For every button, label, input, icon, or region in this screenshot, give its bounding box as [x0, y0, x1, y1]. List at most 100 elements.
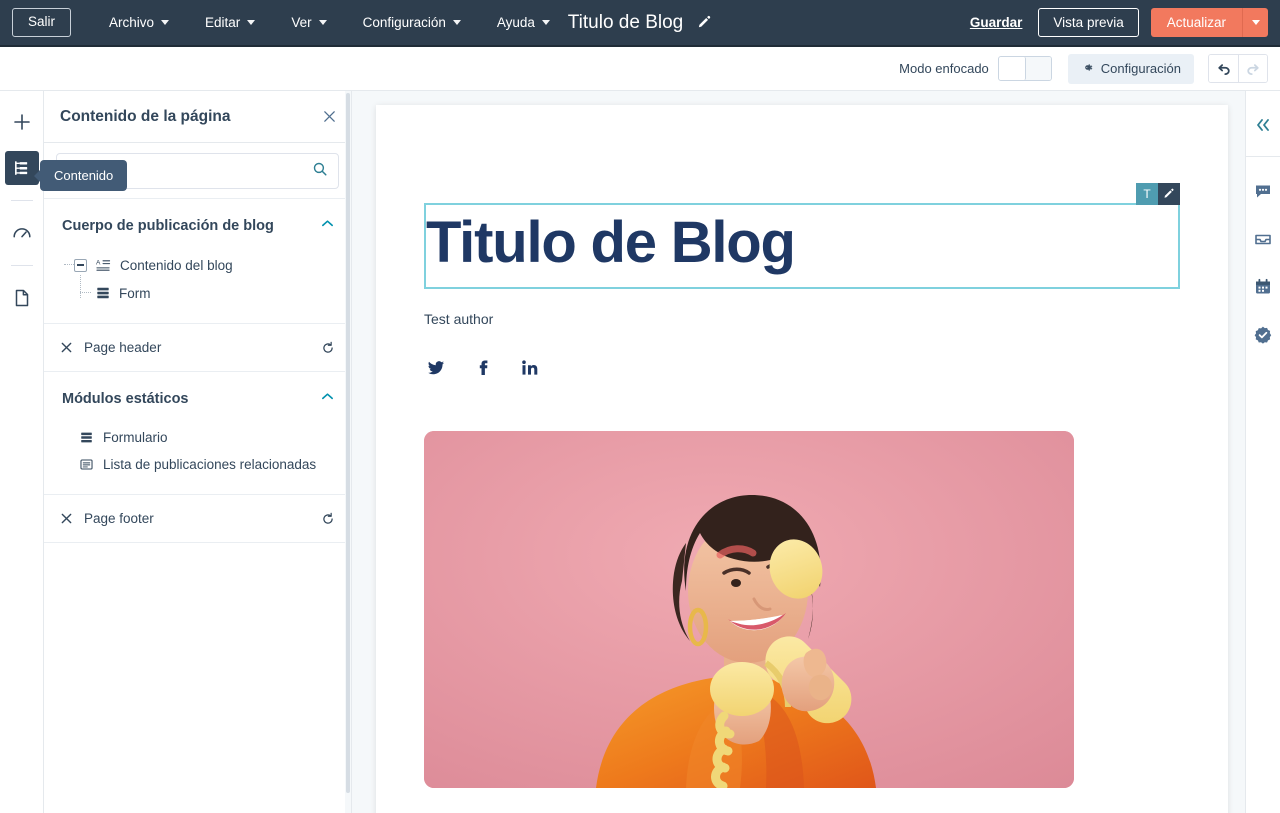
- page-title: Titulo de Blog: [568, 12, 683, 34]
- collapse-icon[interactable]: [1248, 110, 1278, 140]
- save-button[interactable]: Guardar: [970, 15, 1023, 30]
- update-button-group: Actualizar: [1151, 8, 1268, 37]
- close-icon: [60, 512, 73, 525]
- chevron-down-icon: [247, 20, 255, 25]
- module-item-lista-publicaciones[interactable]: Lista de publicaciones relacionadas: [44, 451, 351, 478]
- collapse-node-button[interactable]: [74, 259, 87, 272]
- search-icon[interactable]: [312, 161, 328, 182]
- section-static-modules: Módulos estáticos Formulario Lista de pu: [44, 372, 351, 495]
- linkedin-icon[interactable]: [521, 359, 539, 377]
- secondary-toolbar: Modo enfocado Configuración: [0, 47, 1280, 91]
- blog-title-module[interactable]: Titulo de Blog T: [424, 203, 1180, 289]
- menu-editar[interactable]: Editar: [195, 9, 265, 36]
- close-icon: [60, 341, 73, 354]
- editor-app: Salir Archivo Editar Ver Configuración A…: [0, 0, 1280, 813]
- menu-configuracion[interactable]: Configuración: [353, 9, 471, 36]
- tree-item-form[interactable]: Form: [44, 279, 351, 307]
- section-blog-body: Cuerpo de publicación de blog A Contenid…: [44, 199, 351, 324]
- text-badge[interactable]: T: [1136, 183, 1158, 205]
- sync-icon[interactable]: [321, 341, 335, 355]
- blog-post-content: Titulo de Blog T Test author: [376, 105, 1228, 788]
- tree-connector: [80, 275, 81, 298]
- focus-mode-label: Modo enfocado: [899, 61, 989, 76]
- add-icon[interactable]: [5, 105, 39, 139]
- redo-button[interactable]: [1238, 55, 1267, 82]
- section-static-modules-title: Módulos estáticos: [62, 391, 189, 407]
- page-preview-sheet: Titulo de Blog T Test author: [376, 105, 1228, 813]
- right-icon-rail: [1245, 91, 1280, 813]
- form-icon: [96, 286, 110, 300]
- row-page-footer-label: Page footer: [84, 511, 154, 526]
- row-page-footer[interactable]: Page footer: [44, 495, 351, 543]
- edit-title-pencil-icon[interactable]: [697, 15, 712, 30]
- undo-button[interactable]: [1209, 55, 1238, 82]
- section-blog-body-header[interactable]: Cuerpo de publicación de blog: [44, 199, 351, 251]
- svg-text:A: A: [96, 259, 101, 266]
- chevron-down-icon: [1252, 20, 1260, 25]
- tree-item-contenido-del-blog[interactable]: A Contenido del blog: [44, 251, 351, 279]
- section-blog-body-title: Cuerpo de publicación de blog: [62, 218, 274, 234]
- settings-button[interactable]: Configuración: [1068, 54, 1194, 84]
- static-modules-list: Formulario Lista de publicaciones relaci…: [44, 424, 351, 494]
- chevron-down-icon: [453, 20, 461, 25]
- toggle-track: [1026, 57, 1051, 80]
- content-panel-header: Contenido de la página: [44, 91, 351, 143]
- verified-badge-icon[interactable]: [1248, 320, 1278, 350]
- preview-button[interactable]: Vista previa: [1038, 8, 1138, 37]
- tree-expander-line: [62, 256, 96, 274]
- edit-module-pencil-icon[interactable]: [1158, 183, 1180, 205]
- menu-archivo[interactable]: Archivo: [99, 9, 179, 36]
- content-tooltip: Contenido: [40, 160, 127, 191]
- blog-post-author: Test author: [424, 311, 1180, 327]
- rail-divider: [1246, 156, 1280, 157]
- menu-configuracion-label: Configuración: [363, 15, 446, 30]
- rail-divider: [11, 265, 33, 266]
- calendar-icon[interactable]: [1248, 272, 1278, 302]
- tree-child-line: [62, 284, 96, 302]
- row-page-header-label: Page header: [84, 340, 161, 355]
- section-static-modules-header[interactable]: Módulos estáticos: [44, 372, 351, 424]
- menu-editar-label: Editar: [205, 15, 240, 30]
- close-icon[interactable]: [322, 109, 337, 124]
- module-item-label: Lista de publicaciones relacionadas: [103, 457, 316, 472]
- gear-icon: [1081, 61, 1094, 77]
- panel-scrollbar[interactable]: [345, 91, 351, 813]
- blog-post-title: Titulo de Blog: [426, 213, 1168, 273]
- menu-ver[interactable]: Ver: [281, 9, 336, 36]
- undo-redo-group: [1208, 54, 1268, 83]
- facebook-icon[interactable]: [474, 359, 492, 377]
- focus-mode-toggle[interactable]: [998, 56, 1052, 81]
- content-search-row: Contenido: [44, 143, 351, 199]
- menu-ayuda[interactable]: Ayuda: [487, 9, 560, 36]
- update-dropdown-button[interactable]: [1242, 8, 1268, 37]
- hero-illustration: [424, 431, 1074, 788]
- panel-scrollbar-thumb[interactable]: [346, 93, 350, 793]
- exit-button[interactable]: Salir: [12, 8, 71, 36]
- left-icon-rail: [0, 91, 44, 813]
- top-bar: Salir Archivo Editar Ver Configuración A…: [0, 0, 1280, 47]
- sync-icon[interactable]: [321, 512, 335, 526]
- menu-ayuda-label: Ayuda: [497, 15, 535, 30]
- minus-icon: [77, 264, 84, 266]
- module-item-formulario[interactable]: Formulario: [44, 424, 351, 451]
- tree-connector: [80, 292, 91, 293]
- inbox-icon[interactable]: [1248, 224, 1278, 254]
- chevron-down-icon: [542, 20, 550, 25]
- chevron-up-icon[interactable]: [320, 389, 335, 409]
- twitter-icon[interactable]: [427, 359, 445, 377]
- update-button[interactable]: Actualizar: [1151, 8, 1242, 37]
- blog-hero-image[interactable]: [424, 431, 1074, 788]
- chevron-up-icon[interactable]: [320, 216, 335, 236]
- chevron-down-icon: [319, 20, 327, 25]
- tree-connector: [64, 264, 74, 265]
- chat-icon[interactable]: [1248, 176, 1278, 206]
- gauge-icon[interactable]: [5, 216, 39, 250]
- row-page-header[interactable]: Page header: [44, 324, 351, 372]
- form-icon: [80, 431, 93, 444]
- editor-canvas: Titulo de Blog T Test author: [353, 91, 1245, 813]
- module-item-label: Formulario: [103, 430, 168, 445]
- rich-text-icon: A: [96, 258, 111, 273]
- menu-ver-label: Ver: [291, 15, 311, 30]
- page-icon[interactable]: [5, 281, 39, 315]
- module-action-badges: T: [1136, 183, 1180, 205]
